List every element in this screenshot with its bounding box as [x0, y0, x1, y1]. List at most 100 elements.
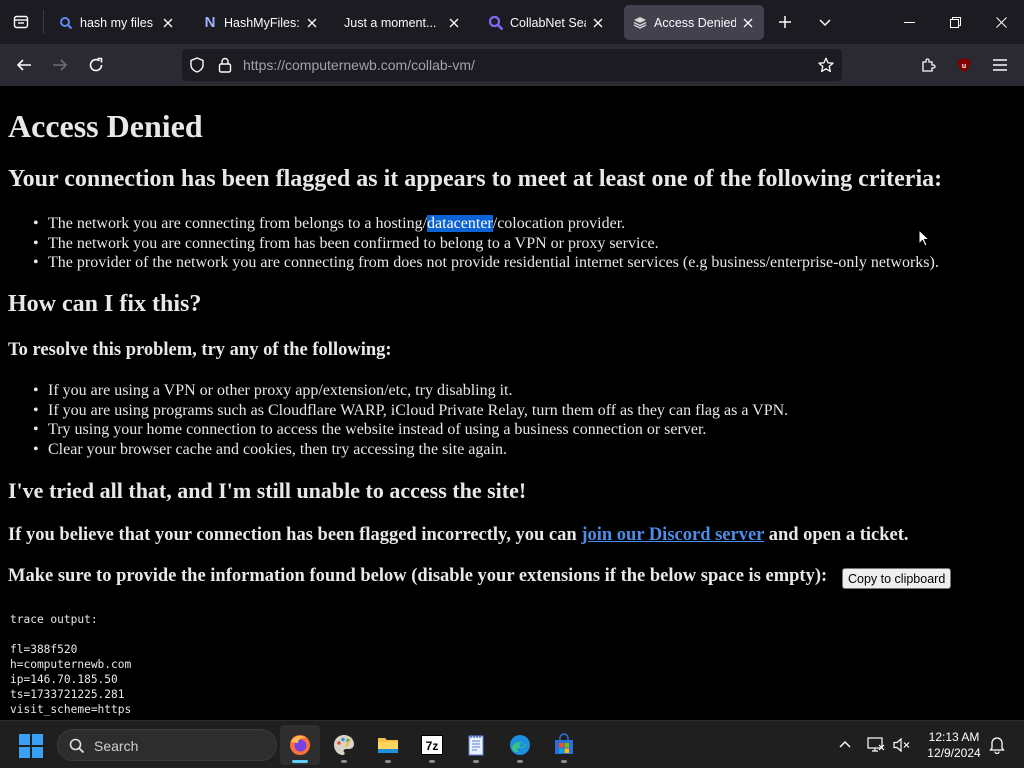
taskbar-file-explorer[interactable]	[368, 725, 408, 765]
tried-heading: I've tried all that, and I'm still unabl…	[8, 478, 527, 503]
taskbar-7zip[interactable]: 7z	[412, 725, 452, 765]
lock-icon[interactable]	[217, 57, 233, 73]
paint-icon	[334, 735, 354, 755]
tab-collabnet-searx[interactable]: CollabNet SearX	[480, 5, 614, 40]
search-icon	[69, 738, 85, 754]
close-icon[interactable]	[446, 15, 462, 31]
list-item: The network you are connecting from belo…	[33, 214, 939, 234]
list-item: The provider of the network you are conn…	[33, 253, 939, 273]
search-icon	[58, 15, 74, 31]
notepad-icon	[468, 735, 484, 756]
tab-title: hash my files - S	[80, 15, 156, 30]
taskbar-notepad[interactable]	[456, 725, 496, 765]
paragraph-text: and open a ticket.	[764, 525, 909, 545]
provide-info-text: Make sure to provide the information fou…	[8, 566, 828, 586]
back-arrow-icon[interactable]	[9, 50, 39, 80]
tab-just-a-moment[interactable]: Just a moment...	[336, 5, 470, 40]
resolve-heading: To resolve this problem, try any of the …	[8, 340, 392, 360]
chevron-up-icon[interactable]	[833, 733, 857, 757]
close-icon[interactable]	[160, 15, 176, 31]
minimize-icon[interactable]	[886, 0, 932, 44]
running-indicator	[473, 760, 479, 763]
reload-icon[interactable]	[81, 50, 111, 80]
criteria-text: /colocation provider.	[492, 215, 626, 232]
discord-link[interactable]: join our Discord server	[581, 525, 764, 545]
extensions-puzzle-icon[interactable]	[913, 50, 943, 80]
running-indicator	[292, 760, 308, 763]
tracking-protection-shield-icon[interactable]	[189, 57, 205, 73]
taskbar-paint[interactable]	[324, 725, 364, 765]
selected-text: datacenter	[427, 215, 493, 232]
criteria-text: The network you are connecting from belo…	[48, 215, 428, 232]
trace-output: trace output: fl=388f520 h=computernewb.co…	[10, 612, 131, 717]
tab-access-denied[interactable]: Access Denied	[624, 5, 764, 40]
windows-start-icon[interactable]	[19, 734, 43, 758]
bookmark-star-icon[interactable]	[818, 57, 834, 73]
page-content: Access Denied Your connection has been f…	[0, 86, 1024, 720]
url-text[interactable]: https://computernewb.com/collab-vm/	[243, 57, 475, 73]
discord-paragraph: If you believe that your connection has …	[8, 525, 909, 546]
volume-muted-icon[interactable]	[890, 733, 914, 757]
running-indicator	[429, 760, 435, 763]
taskbar-store[interactable]	[544, 725, 584, 765]
taskbar-search-box[interactable]: Search	[57, 729, 277, 761]
running-indicator	[385, 760, 391, 763]
url-path: /collab-vm/	[407, 57, 475, 73]
list-item: If you are using programs such as Cloudf…	[33, 401, 788, 421]
list-item: The network you are connecting from has …	[33, 234, 939, 254]
close-icon[interactable]	[590, 15, 606, 31]
tab-separator	[43, 10, 44, 34]
address-bar[interactable]: https://computernewb.com/collab-vm/	[182, 49, 842, 81]
trace-line: h=computernewb.com	[10, 658, 132, 671]
notification-bell-icon[interactable]	[985, 733, 1009, 757]
trace-label: trace output:	[10, 613, 98, 626]
tab-title: Just a moment...	[344, 15, 437, 30]
clock-time: 12:13 AM	[928, 730, 980, 744]
collabvm-icon	[632, 15, 648, 31]
fix-heading: How can I fix this?	[8, 291, 202, 317]
list-item: Clear your browser cache and cookies, th…	[33, 440, 788, 460]
edge-icon	[510, 735, 530, 755]
search-icon	[488, 15, 504, 31]
list-item: If you are using a VPN or other proxy ap…	[33, 381, 788, 401]
fix-list: If you are using a VPN or other proxy ap…	[33, 381, 788, 460]
clock-date: 12/9/2024	[927, 746, 981, 760]
trace-line: ip=146.70.185.50	[10, 673, 118, 686]
7zip-label: 7z	[425, 739, 439, 753]
tab-hashmyfiles[interactable]: N HashMyFiles: Ca	[194, 5, 328, 40]
network-icon[interactable]	[864, 733, 888, 757]
restore-icon[interactable]	[932, 0, 978, 44]
list-item: Try using your home connection to access…	[33, 420, 788, 440]
url-domain: https://computernewb.com	[243, 57, 408, 73]
search-label: Search	[94, 738, 139, 754]
new-tab-icon[interactable]	[771, 8, 799, 36]
flag-heading: Your connection has been flagged as it a…	[8, 166, 943, 192]
close-icon[interactable]	[740, 15, 756, 31]
taskbar-firefox[interactable]	[280, 725, 320, 765]
windows-taskbar: Search 7z 12:13 AM 12/9/2024	[0, 720, 1024, 768]
taskbar-edge[interactable]	[500, 725, 540, 765]
close-icon[interactable]	[304, 15, 320, 31]
file-explorer-icon	[378, 738, 398, 753]
ublock-origin-icon[interactable]: u	[949, 50, 979, 80]
forward-arrow-icon[interactable]	[45, 50, 75, 80]
running-indicator	[517, 760, 523, 763]
taskbar-clock[interactable]: 12:13 AM 12/9/2024	[918, 729, 990, 761]
window-close-icon[interactable]	[978, 0, 1024, 44]
running-indicator	[561, 760, 567, 763]
tab-title: HashMyFiles: Ca	[224, 15, 300, 30]
7zip-icon: 7z	[421, 735, 443, 755]
page-title: Access Denied	[8, 108, 203, 144]
firefox-view-icon[interactable]	[6, 8, 36, 36]
trace-line: ts=1733721225.281	[10, 688, 125, 701]
svg-text:u: u	[962, 63, 966, 70]
tab-title: Access Denied	[654, 15, 736, 30]
mouse-pointer-icon	[918, 229, 930, 247]
hamburger-menu-icon[interactable]	[985, 50, 1015, 80]
notion-n-icon: N	[204, 14, 216, 31]
tab-hash-my-files[interactable]: hash my files - S	[50, 5, 184, 40]
navigation-toolbar: https://computernewb.com/collab-vm/ u 2	[0, 44, 1024, 107]
list-tabs-chevron-down-icon[interactable]	[811, 8, 839, 36]
copy-to-clipboard-button[interactable]: Copy to clipboard	[842, 568, 952, 589]
trace-line: fl=388f520	[10, 643, 78, 656]
